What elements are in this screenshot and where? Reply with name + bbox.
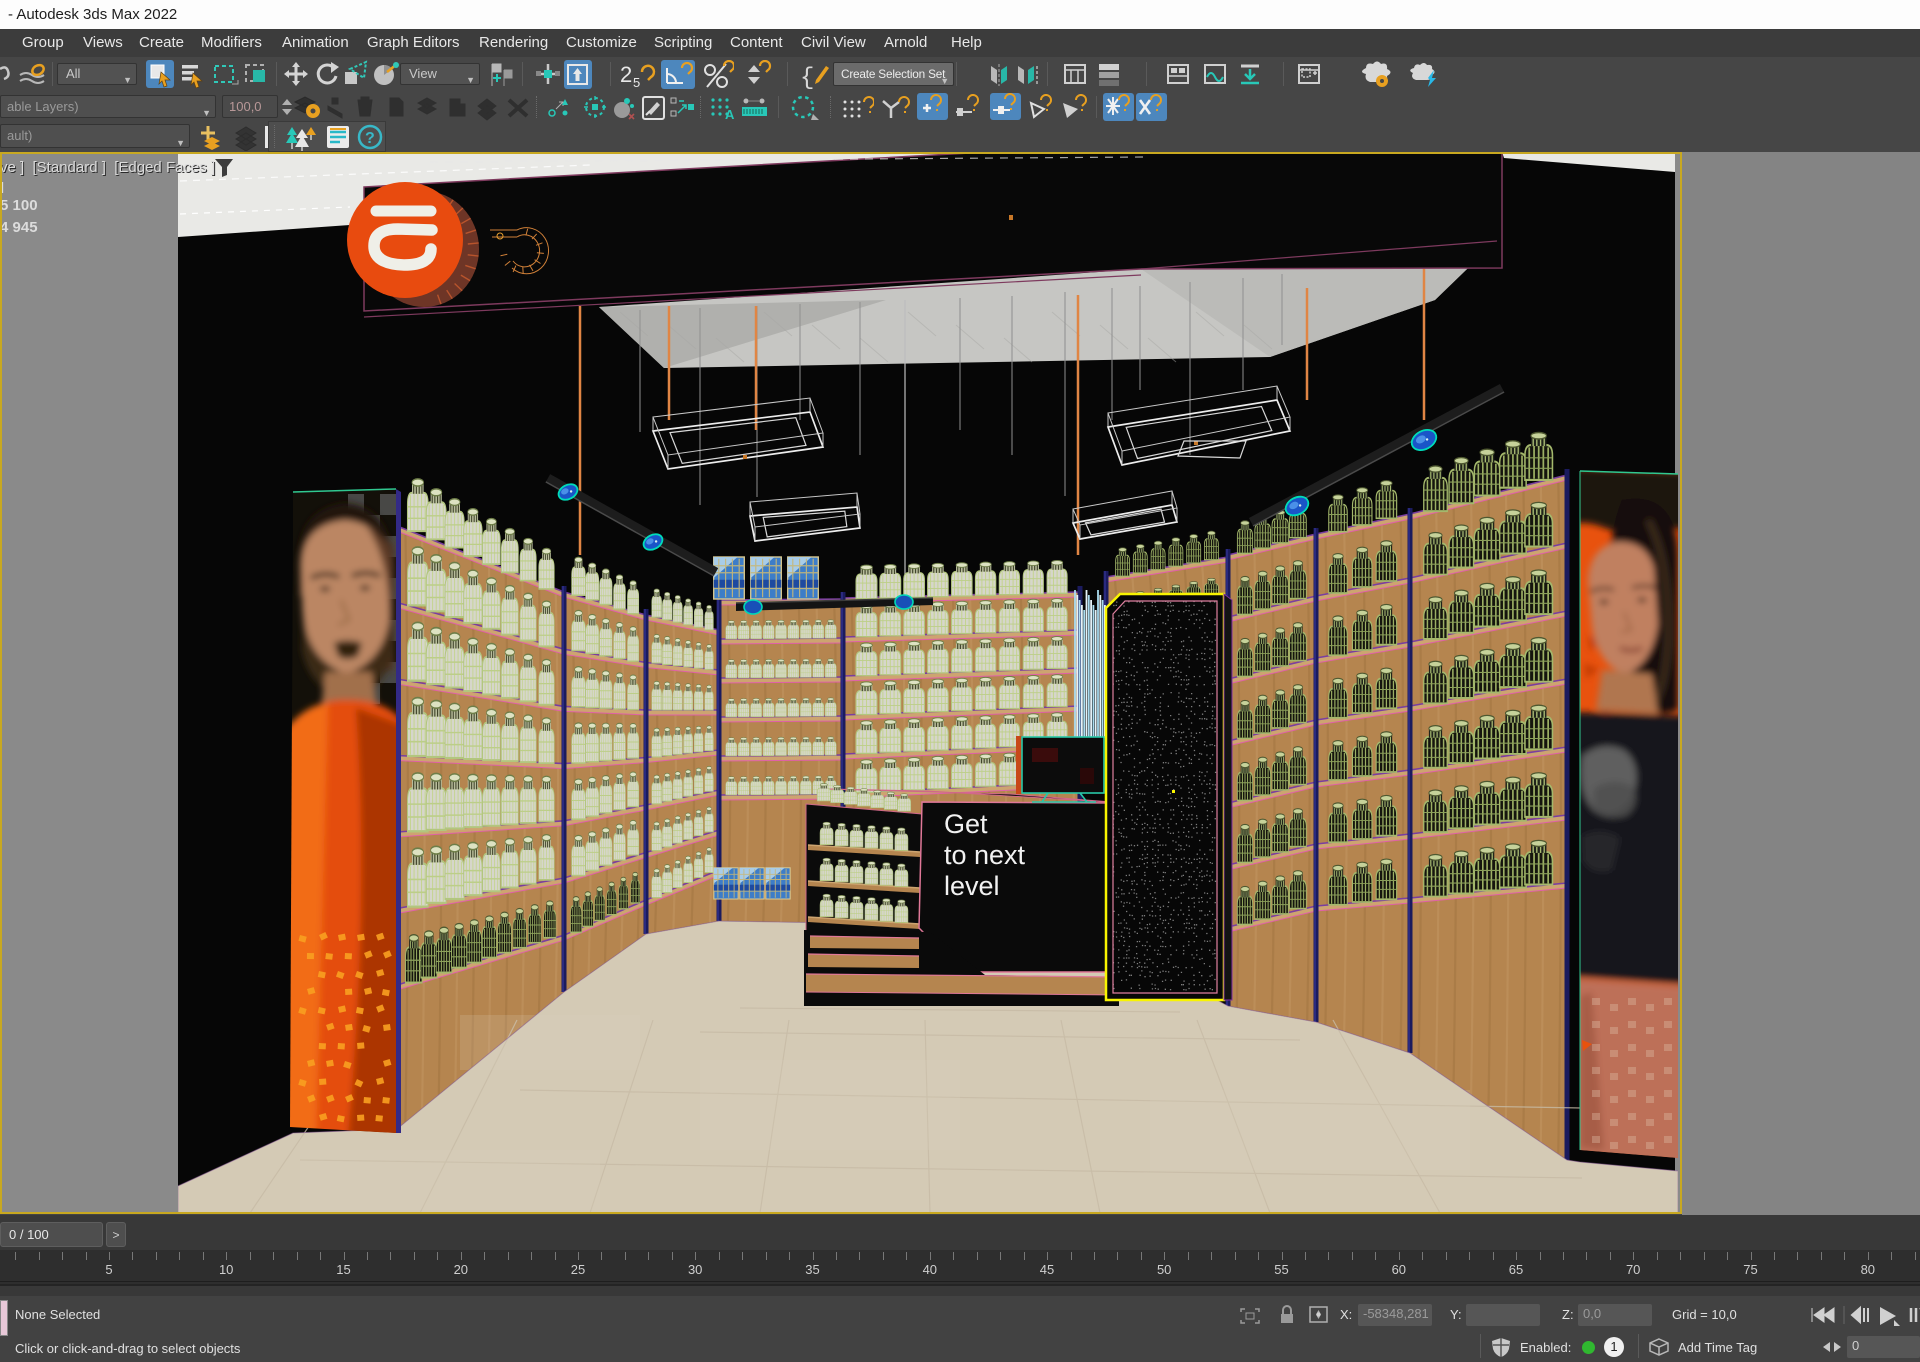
svg-text:4 945: 4 945: [0, 219, 38, 236]
svg-text:2: 2: [620, 62, 632, 87]
svg-text:{: {: [800, 65, 814, 90]
svg-text:Get: Get: [944, 809, 988, 839]
svg-text:ve ] [Standard ] [Edged Face: ve ] [Standard ] [Edged Faces ]: [0, 159, 215, 176]
svg-text:to next: to next: [944, 840, 1026, 870]
svg-text:5 100: 5 100: [0, 197, 38, 214]
svg-text:A: A: [725, 107, 735, 122]
svg-text:level: level: [944, 871, 1000, 901]
svg-text:?: ?: [365, 130, 375, 147]
svg-text:5: 5: [633, 75, 640, 90]
